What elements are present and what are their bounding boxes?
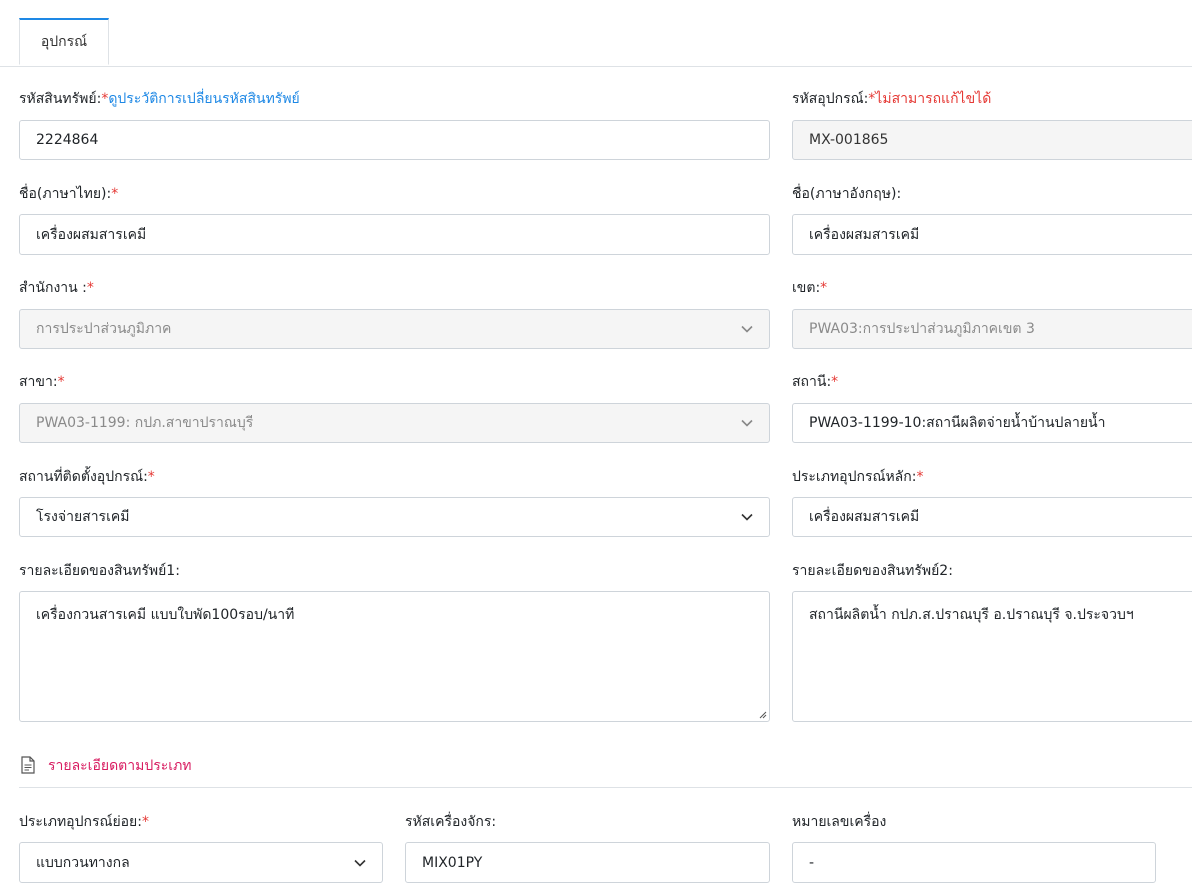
branch-select[interactable]: PWA03-1199: กปภ.สาขาปราณบุรี bbox=[19, 403, 770, 443]
install-location-select[interactable]: โรงจ่ายสารเคมี bbox=[19, 497, 770, 537]
station-label: สถานี:* bbox=[792, 374, 839, 390]
office-select[interactable]: การประปาส่วนภูมิภาค bbox=[19, 309, 770, 349]
install-location-label: สถานที่ติดตั้งอุปกรณ์:* bbox=[19, 469, 155, 485]
machine-code-input[interactable]: MIX01PY bbox=[405, 842, 770, 883]
equipment-code-label: รหัสอุปกรณ์:*ไม่สามารถแก้ไขได้ bbox=[792, 91, 992, 107]
machine-number-input[interactable]: - bbox=[792, 842, 1156, 883]
machine-number-label: หมายเลขเครื่อง bbox=[792, 814, 887, 830]
tab-bar: อุปกรณ์ bbox=[0, 18, 1192, 67]
document-icon bbox=[21, 756, 35, 774]
branch-label: สาขา:* bbox=[19, 374, 65, 390]
chevron-down-icon bbox=[741, 513, 753, 521]
tab-equipment[interactable]: อุปกรณ์ bbox=[19, 18, 109, 65]
name-th-input[interactable]: เครื่องผสมสารเคมี bbox=[19, 214, 770, 255]
zone-select[interactable]: PWA03:การประปาส่วนภูมิภาคเขต 3 bbox=[792, 309, 1192, 349]
name-en-label: ชื่อ(ภาษาอังกฤษ): bbox=[792, 186, 902, 202]
chevron-down-icon bbox=[354, 859, 366, 867]
chevron-down-icon bbox=[741, 419, 753, 427]
asset-detail1-textarea[interactable]: เครื่องกวนสารเคมี แบบใบพัด100รอบ/นาที bbox=[19, 591, 770, 722]
asset-detail1-label: รายละเอียดของสินทรัพย์1: bbox=[19, 563, 180, 579]
asset-code-label: รหัสสินทรัพย์:*ดูประวัติการเปลี่ยนรหัสสิ… bbox=[19, 91, 300, 107]
zone-label: เขต:* bbox=[792, 280, 828, 296]
name-th-label: ชื่อ(ภาษาไทย):* bbox=[19, 186, 119, 202]
sub-type-label: ประเภทอุปกรณ์ย่อย:* bbox=[19, 814, 149, 830]
chevron-down-icon bbox=[741, 325, 753, 333]
machine-code-label: รหัสเครื่องจักร: bbox=[405, 814, 497, 830]
section-title: รายละเอียดตามประเภท bbox=[48, 758, 192, 774]
office-label: สำนักงาน :* bbox=[19, 280, 94, 296]
main-type-label: ประเภทอุปกรณ์หลัก:* bbox=[792, 469, 924, 485]
resize-grip-icon[interactable] bbox=[757, 709, 767, 719]
main-type-select[interactable]: เครื่องผสมสารเคมี bbox=[792, 497, 1192, 537]
asset-code-input[interactable]: 2224864 bbox=[19, 120, 770, 160]
equipment-code-input[interactable]: MX-001865 bbox=[792, 120, 1192, 160]
name-en-input[interactable]: เครื่องผสมสารเคมี bbox=[792, 214, 1192, 255]
sub-type-select[interactable]: แบบกวนทางกล bbox=[19, 842, 383, 883]
asset-code-history-link[interactable]: ดูประวัติการเปลี่ยนรหัสสินทรัพย์ bbox=[108, 91, 299, 107]
asset-detail2-textarea[interactable]: สถานีผลิตน้ำ กปภ.ส.ปราณบุรี อ.ปราณบุรี จ… bbox=[792, 591, 1192, 722]
station-select[interactable]: PWA03-1199-10:สถานีผลิตจ่ายน้ำบ้านปลายน้… bbox=[792, 403, 1192, 443]
section-divider bbox=[19, 787, 1192, 788]
asset-detail2-label: รายละเอียดของสินทรัพย์2: bbox=[792, 563, 953, 579]
